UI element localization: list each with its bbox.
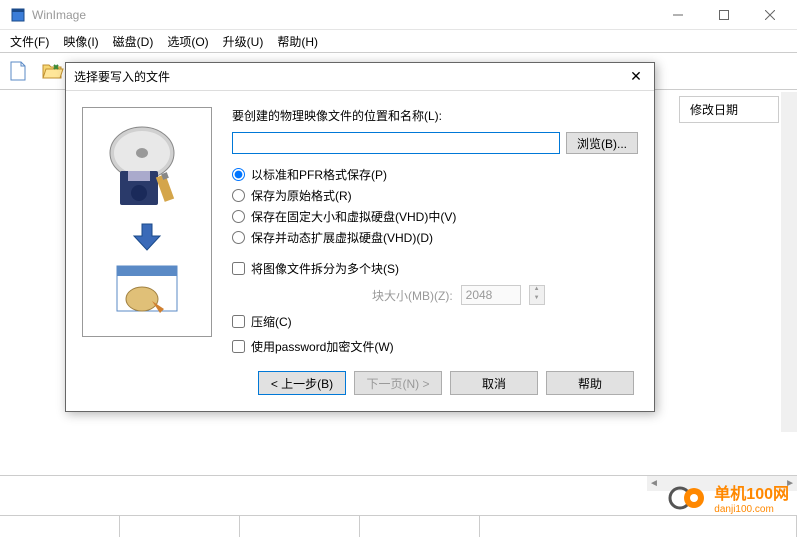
close-button[interactable] [747,0,793,30]
radio-dynamic-vhd[interactable]: 保存并动态扩展虚拟硬盘(VHD)(D) [232,229,638,246]
check-encrypt[interactable]: 使用password加密文件(W) [232,338,638,355]
menubar: 文件(F) 映像(I) 磁盘(D) 选项(O) 升级(U) 帮助(H) [0,30,797,52]
check-split[interactable]: 将图像文件拆分为多个块(S) [232,260,638,277]
cancel-button[interactable]: 取消 [450,371,538,395]
window-disk-icon [112,261,182,321]
status-cell-3 [240,516,360,537]
new-file-button[interactable] [2,55,34,87]
spinner-down-button[interactable]: ▼ [530,295,544,304]
path-row: 浏览(B)... [232,132,638,154]
menu-file[interactable]: 文件(F) [4,31,55,52]
watermark: 单机100网 danji100.com [668,480,789,515]
back-button[interactable]: < 上一步(B) [258,371,346,395]
column-header-modified[interactable]: 修改日期 [679,96,779,123]
hscroll-spacer [0,475,647,491]
radio-original[interactable]: 保存为原始格式(R) [232,187,638,204]
radio-original-input[interactable] [232,189,245,202]
window-controls [655,0,793,30]
radio-fixed-vhd-label: 保存在固定大小和虚拟硬盘(VHD)中(V) [251,208,456,225]
watermark-url: danji100.com [714,504,789,515]
status-cell-5 [480,516,797,537]
spinner-up-button[interactable]: ▲ [530,286,544,295]
minimize-button[interactable] [655,0,701,30]
radio-dynamic-vhd-label: 保存并动态扩展虚拟硬盘(VHD)(D) [251,229,433,246]
check-compress-input[interactable] [232,315,245,328]
dialog-form: 要创建的物理映像文件的位置和名称(L): 浏览(B)... 以标准和PFR格式保… [232,107,638,345]
check-split-input[interactable] [232,262,245,275]
radio-dynamic-vhd-input[interactable] [232,231,245,244]
window-titlebar: WinImage [0,0,797,30]
block-size-label: 块大小(MB)(Z): [372,287,453,304]
check-encrypt-label: 使用password加密文件(W) [251,338,394,355]
block-size-spinner: ▲ ▼ [529,285,545,305]
menu-image[interactable]: 映像(I) [57,31,104,52]
app-icon [10,7,26,23]
arrow-down-icon [132,222,162,252]
watermark-text: 单机100网 [714,480,789,504]
dialog-select-file: 选择要写入的文件 ✕ [65,62,655,412]
status-cell-4 [360,516,480,537]
dialog-body: 要创建的物理映像文件的位置和名称(L): 浏览(B)... 以标准和PFR格式保… [66,91,654,361]
menu-options[interactable]: 选项(O) [161,31,214,52]
vertical-scrollbar[interactable] [781,92,797,432]
location-label: 要创建的物理映像文件的位置和名称(L): [232,107,638,124]
radio-fixed-vhd-input[interactable] [232,210,245,223]
block-size-row: 块大小(MB)(Z): ▲ ▼ [372,285,638,305]
dialog-title: 选择要写入的文件 [74,68,626,85]
check-compress[interactable]: 压缩(C) [232,313,638,330]
check-split-label: 将图像文件拆分为多个块(S) [251,260,399,277]
maximize-button[interactable] [701,0,747,30]
radio-standard-pfr[interactable]: 以标准和PFR格式保存(P) [232,166,638,183]
disk-icon [102,123,192,213]
save-format-radio-group: 以标准和PFR格式保存(P) 保存为原始格式(R) 保存在固定大小和虚拟硬盘(V… [232,166,638,246]
path-input[interactable] [232,132,560,154]
dialog-titlebar: 选择要写入的文件 ✕ [66,63,654,91]
browse-button[interactable]: 浏览(B)... [566,132,638,154]
status-cell-1 [0,516,120,537]
menu-help[interactable]: 帮助(H) [271,31,324,52]
menu-disk[interactable]: 磁盘(D) [107,31,160,52]
window-title: WinImage [32,8,655,22]
statusbar [0,515,797,537]
check-compress-label: 压缩(C) [251,313,292,330]
menu-upgrade[interactable]: 升级(U) [217,31,270,52]
help-button[interactable]: 帮助 [546,371,634,395]
dialog-wizard-image [82,107,212,337]
dialog-close-button[interactable]: ✕ [626,67,646,87]
watermark-icon [668,483,708,513]
dialog-footer: < 上一步(B) 下一页(N) > 取消 帮助 [66,361,654,405]
status-cell-2 [120,516,240,537]
radio-standard-pfr-label: 以标准和PFR格式保存(P) [251,166,387,183]
block-size-input [461,285,521,305]
open-folder-button[interactable] [36,55,68,87]
next-button: 下一页(N) > [354,371,442,395]
radio-fixed-vhd[interactable]: 保存在固定大小和虚拟硬盘(VHD)中(V) [232,208,638,225]
radio-standard-pfr-input[interactable] [232,168,245,181]
check-encrypt-input[interactable] [232,340,245,353]
radio-original-label: 保存为原始格式(R) [251,187,352,204]
